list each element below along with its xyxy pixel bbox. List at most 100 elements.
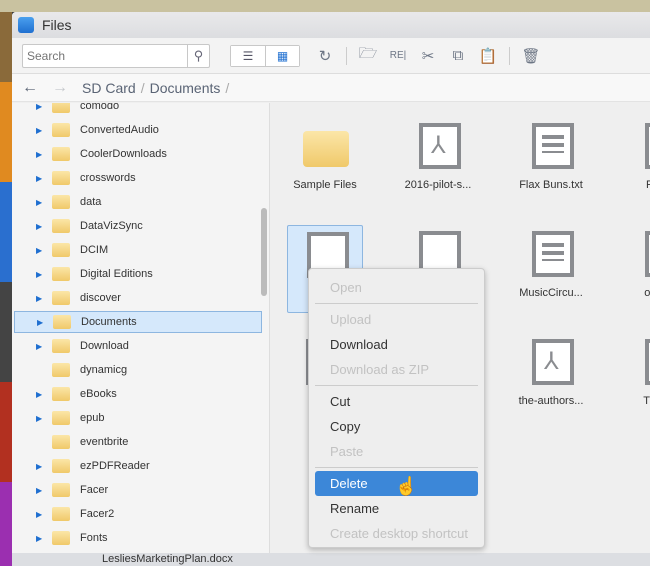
file-item[interactable]: The-Sec <box>626 333 650 421</box>
tree-item-label: Facer2 <box>80 508 115 520</box>
tree-item[interactable]: ▶ epub <box>14 407 262 429</box>
expand-arrow-icon[interactable]: ▶ <box>36 222 46 231</box>
file-item[interactable]: office-pr <box>626 225 650 313</box>
tree-item-label: crosswords <box>80 172 136 184</box>
tree-item[interactable]: dynamicg <box>14 359 262 381</box>
file-item[interactable]: 2016-pilot-s... <box>400 117 476 205</box>
file-item[interactable]: the-authors... <box>513 333 589 421</box>
tree-scrollbar[interactable] <box>261 208 267 296</box>
tree-item[interactable]: eventbrite <box>14 431 262 453</box>
breadcrumb-documents[interactable]: Documents <box>150 80 221 96</box>
paste-icon[interactable]: 📋 <box>473 47 503 65</box>
search-box: ⚲ <box>22 43 210 68</box>
tree-item-label: DCIM <box>80 244 109 256</box>
menu-item-download[interactable]: Download <box>315 332 478 357</box>
expand-arrow-icon[interactable]: ▶ <box>36 390 46 399</box>
expand-arrow-icon[interactable]: ▶ <box>36 150 46 159</box>
file-label: the-authors... <box>518 395 584 407</box>
file-label: MusicCircu... <box>519 287 583 299</box>
tree-item[interactable]: ▶ Documents <box>14 311 262 333</box>
list-view-icon[interactable]: ☰ <box>231 45 265 66</box>
tree-item[interactable]: ▶ DataVizSync <box>14 215 262 237</box>
tree-item-label: ConvertedAudio <box>80 124 159 136</box>
status-filename: LesliesMarketingPlan.docx <box>102 553 233 565</box>
zip-file-icon <box>645 231 650 277</box>
expand-arrow-icon[interactable]: ▶ <box>36 534 46 543</box>
menu-item-copy[interactable]: Copy <box>315 414 478 439</box>
expand-arrow-icon[interactable]: ▶ <box>36 174 46 183</box>
new-folder-icon[interactable]: 🗁 <box>353 43 383 68</box>
file-item[interactable]: Flax Buns.txt <box>513 117 589 205</box>
expand-arrow-icon[interactable]: ▶ <box>36 270 46 279</box>
menu-divider <box>315 467 478 468</box>
expand-arrow-icon[interactable]: ▶ <box>36 126 46 135</box>
expand-arrow-icon[interactable]: ▶ <box>36 342 46 351</box>
file-label: Sample Files <box>293 179 357 191</box>
breadcrumb: ← → SD Card / Documents / <box>12 74 650 102</box>
tree-item[interactable]: ▶ CoolerDownloads <box>14 143 262 165</box>
tree-item-label: eBooks <box>80 388 117 400</box>
expand-arrow-icon[interactable]: ▶ <box>36 510 46 519</box>
folder-icon <box>52 219 70 233</box>
tree-item[interactable]: ▶ comodo <box>14 103 262 117</box>
expand-arrow-icon[interactable]: ▶ <box>36 198 46 207</box>
folder-icon <box>52 507 70 521</box>
tree-item[interactable]: ▶ ezPDFReader <box>14 455 262 477</box>
tree-item[interactable]: ▶ discover <box>14 287 262 309</box>
txt-file-icon <box>532 231 574 277</box>
folder-icon <box>52 531 70 545</box>
status-bar: LesliesMarketingPlan.docx <box>12 553 650 566</box>
tree-item-label: comodo <box>80 103 120 112</box>
copy-icon[interactable]: ⧉ <box>443 47 473 64</box>
tree-item-label: discover <box>80 292 121 304</box>
cut-icon[interactable]: ✂ <box>413 47 443 65</box>
tree-item-label: ezPDFReader <box>80 460 150 472</box>
forward-button[interactable]: → <box>52 79 82 97</box>
search-input[interactable] <box>23 44 187 67</box>
tree-item[interactable]: ▶ Facer2 <box>14 503 262 525</box>
tree-item[interactable]: ▶ crosswords <box>14 167 262 189</box>
delete-icon[interactable]: 🗑 <box>516 47 546 65</box>
expand-arrow-icon[interactable]: ▶ <box>36 462 46 471</box>
expand-arrow-icon[interactable]: ▶ <box>37 318 47 327</box>
tree-item[interactable]: ▶ eBooks <box>14 383 262 405</box>
expand-arrow-icon[interactable]: ▶ <box>36 246 46 255</box>
file-item[interactable]: Folsom <box>626 117 650 205</box>
menu-item-create-desktop-shortcut: Create desktop shortcut <box>330 526 469 541</box>
tree-item-label: Fonts <box>80 532 108 544</box>
grid-view-icon[interactable]: ▦ <box>265 45 299 66</box>
back-button[interactable]: ← <box>22 79 52 97</box>
tree-item[interactable]: ▶ Fonts <box>14 527 262 549</box>
pdf-file-icon <box>532 339 574 385</box>
txt-file-icon <box>532 123 574 169</box>
tree-item-label: data <box>80 196 102 208</box>
title-bar: Files <box>12 12 650 38</box>
tree-item[interactable]: ▶ data <box>14 191 262 213</box>
menu-divider <box>315 385 478 386</box>
window-title: Files <box>42 17 72 33</box>
refresh-icon[interactable]: ↻ <box>310 47 340 65</box>
breadcrumb-sd-card[interactable]: SD Card <box>82 80 136 96</box>
tree-item[interactable]: ▶ ConvertedAudio <box>14 119 262 141</box>
expand-arrow-icon[interactable]: ▶ <box>36 294 46 303</box>
expand-arrow-icon[interactable]: ▶ <box>36 486 46 495</box>
rename-icon[interactable]: RE| <box>383 50 413 61</box>
tree-item[interactable]: ▶ Download <box>14 335 262 357</box>
file-item[interactable]: Sample Files <box>287 117 363 205</box>
menu-item-rename[interactable]: Rename <box>315 496 478 521</box>
toolbar: ⚲ ☰ ▦ ↻ 🗁 RE| ✂ ⧉ 📋 🗑 <box>12 38 650 74</box>
search-icon[interactable]: ⚲ <box>187 44 209 67</box>
folder-icon <box>52 147 70 161</box>
file-item[interactable]: MusicCircu... <box>513 225 589 313</box>
folder-icon <box>52 171 70 185</box>
tree-item[interactable]: ▶ Facer <box>14 479 262 501</box>
menu-item-cut[interactable]: Cut <box>315 389 478 414</box>
expand-arrow-icon[interactable]: ▶ <box>36 414 46 423</box>
tree-item-label: CoolerDownloads <box>80 148 167 160</box>
divider <box>509 46 510 65</box>
tree-item[interactable]: ▶ Digital Editions <box>14 263 262 285</box>
tree-item[interactable]: ▶ DCIM <box>14 239 262 261</box>
divider <box>346 46 347 65</box>
expand-arrow-icon[interactable]: ▶ <box>36 103 46 111</box>
tree-item-label: DataVizSync <box>80 220 143 232</box>
